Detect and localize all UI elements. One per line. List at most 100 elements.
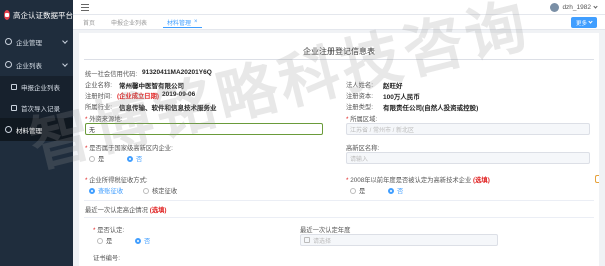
radio-label: 是 (359, 188, 366, 195)
sidebar-item-label: 企业管理 (16, 39, 42, 47)
zone-name-input[interactable]: 请输入 (346, 152, 590, 164)
radio-label: 否 (144, 238, 151, 245)
legal-rep-value: 赵旺好 (383, 83, 403, 90)
company-name-value: 常州馨中医智有限公司 (119, 83, 184, 90)
user-menu[interactable]: dzh_1982 (550, 3, 598, 12)
reg-date-value: 2019-09-06 (162, 91, 196, 98)
credit-code-value: 91320411MA20201Y6Q (142, 69, 212, 76)
more-button-label: 更多 (575, 20, 587, 27)
last-year-placeholder: 请选择 (313, 238, 332, 245)
last-year-picker[interactable]: 请选择 (300, 234, 498, 246)
company-type-value: 有限责任公司(自然人投资或控股) (383, 105, 479, 112)
region-label: * 所属区域: (346, 116, 378, 123)
is-recognized-radio-no[interactable]: 否 (135, 236, 150, 245)
menu-toggle-icon[interactable] (81, 4, 89, 11)
sidebar-item-label: 申报企业列表 (21, 84, 60, 92)
sidebar-item-company-list[interactable]: 企业列表 (0, 53, 73, 76)
national-zone-label: * 是否属于国家级高新区内企业: (85, 145, 173, 152)
tab-label: 申报企业列表 (111, 21, 148, 27)
page-title: 企业注册登记信息表 (303, 47, 375, 56)
list-icon (11, 104, 17, 111)
tab-label: 首页 (83, 21, 96, 27)
tax-method-radio-audit[interactable]: 查账征收 (89, 186, 123, 195)
sidebar-item-import-records[interactable]: 首次导入记录 (0, 97, 73, 118)
industry-value: 信息传输、软件和信息技术服务业 (119, 105, 217, 112)
radio-label: 核定征收 (152, 188, 178, 195)
chevron-down-icon (62, 38, 68, 44)
credit-code-label: 统一社会信用代码: (85, 71, 138, 78)
divider (84, 200, 594, 201)
app-logo-icon (4, 10, 10, 20)
tax-method-label: * 企业所得税征收方式: (85, 177, 148, 184)
radio-label: 否 (136, 156, 143, 163)
sidebar-item-company-management[interactable]: 企业管理 (0, 30, 73, 53)
national-zone-radio-yes[interactable]: 是 (89, 154, 104, 163)
tab-declared-companies[interactable]: 申报企业列表 (107, 17, 151, 28)
gear-icon (5, 38, 12, 45)
is-recognized-label: * 是否认定: (93, 227, 125, 234)
recognized-2008-radio-no[interactable]: 否 (388, 186, 403, 195)
tab-materials[interactable]: 材料管理 × (163, 17, 202, 28)
tabs-bar: 首页 申报企业列表 材料管理 × 更多 (73, 15, 605, 30)
zone-name-placeholder: 请输入 (350, 156, 369, 163)
close-icon[interactable]: × (194, 19, 198, 25)
tab-label: 材料管理 (167, 20, 192, 27)
sidebar-item-label: 材料管理 (16, 127, 42, 135)
reg-date-note: (企业成立日期) (117, 93, 159, 100)
username: dzh_1982 (562, 4, 591, 11)
reg-capital-label: 注册资本: (346, 93, 373, 100)
company-name-label: 企业名称: (85, 82, 112, 89)
sidebar: 高企认证数据平台 企业管理 企业列表 申报企业列表 首次导入记录 材料管理 (0, 0, 73, 266)
more-button[interactable]: 更多 (571, 17, 597, 28)
brand: 高企认证数据平台 (0, 0, 73, 30)
legal-rep-label: 法人姓名: (346, 82, 373, 89)
registration-form: 企业注册登记信息表 统一社会信用代码: 91320411MA20201Y6Q 企… (79, 33, 599, 266)
zone-name-label: 高新区名称: (346, 145, 380, 152)
radio-label: 是 (98, 156, 105, 163)
gear-icon (5, 61, 12, 68)
divider (84, 59, 594, 60)
reg-date-label: 注册时间: (85, 93, 112, 100)
list-icon (11, 83, 17, 90)
sidebar-item-materials[interactable]: 材料管理 (0, 118, 73, 141)
tax-method-radio-fixed[interactable]: 核定征收 (143, 186, 177, 195)
chevron-down-icon (62, 61, 68, 67)
radio-label: 是 (106, 238, 113, 245)
radio-icon (89, 155, 95, 162)
radio-label: 查账征收 (98, 188, 124, 195)
radio-icon (135, 237, 141, 244)
region-placeholder: 江苏省 / 常州市 / 新北区 (350, 127, 415, 134)
sidebar-item-label: 企业列表 (16, 62, 42, 70)
sidebar-item-declared-companies[interactable]: 申报企业列表 (0, 76, 73, 97)
region-select[interactable]: 江苏省 / 常州市 / 新北区 (346, 123, 590, 135)
recognized-2008-radio-yes[interactable]: 是 (350, 186, 365, 195)
reg-capital-value: 100万人民币 (383, 94, 420, 101)
industry-label: 所属行业: (85, 104, 112, 111)
recognized-2008-label: * 2008年以前年度是否被认定为高新技术企业 (选填) (346, 177, 490, 184)
company-type-label: 注册类型: (346, 104, 373, 111)
chevron-down-icon (593, 4, 598, 9)
folder-icon (5, 126, 12, 133)
is-recognized-radio-yes[interactable]: 是 (97, 236, 112, 245)
top-bar: dzh_1982 (73, 0, 605, 15)
cert-no-label: 证书编号: (93, 255, 120, 262)
chevron-down-icon (588, 19, 593, 24)
source-label: * 外资来源地: (85, 116, 123, 123)
radio-icon (97, 237, 103, 244)
calendar-icon (304, 237, 310, 243)
side-handle-icon[interactable] (595, 175, 599, 183)
source-input-value: 无 (89, 127, 96, 134)
sidebar-item-label: 首次导入记录 (21, 105, 60, 113)
avatar (550, 3, 560, 12)
app-title: 高企认证数据平台 (13, 10, 73, 20)
radio-icon (350, 187, 356, 194)
tab-home[interactable]: 首页 (79, 17, 99, 28)
radio-icon (127, 155, 133, 162)
source-input[interactable]: 无 (85, 123, 323, 135)
radio-icon (143, 187, 149, 194)
last-year-label: 最近一次认定年度 (300, 227, 351, 234)
last-recognition-label: 最近一次认定高企情况 (选填) (85, 207, 167, 214)
radio-icon (388, 187, 394, 194)
divider (84, 217, 594, 218)
national-zone-radio-no[interactable]: 否 (127, 154, 142, 163)
